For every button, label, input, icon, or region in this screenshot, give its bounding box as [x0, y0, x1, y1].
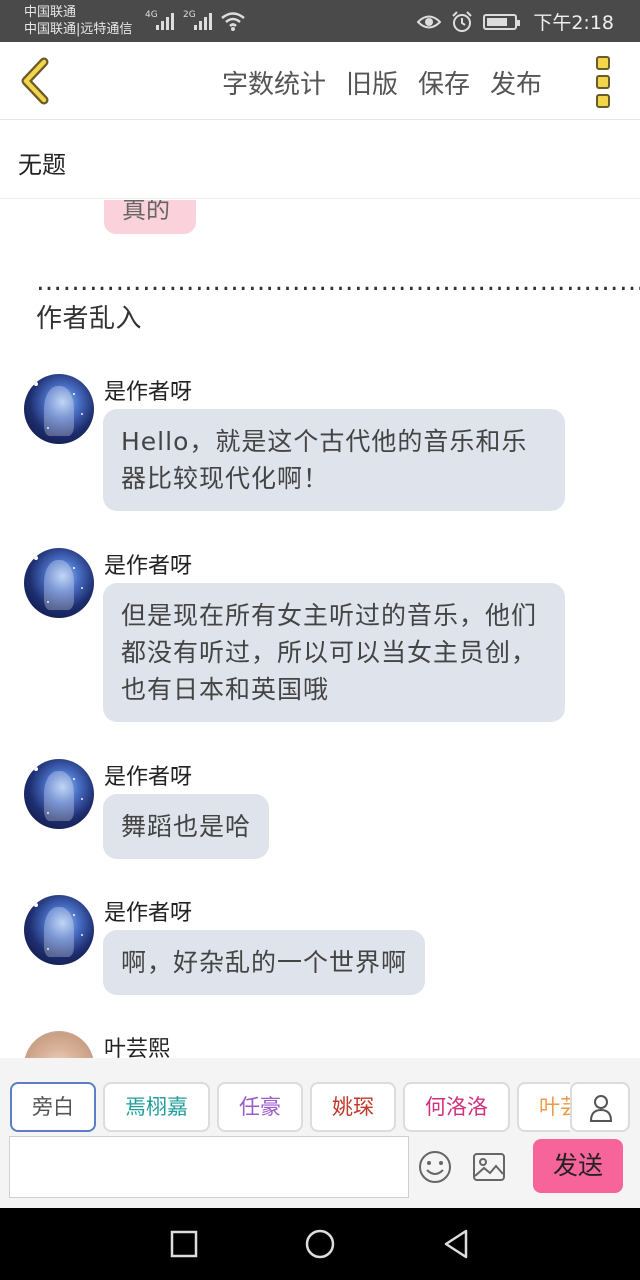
- composer-panel: 旁白焉栩嘉任豪姚琛何洛洛叶芸 发送: [0, 1058, 640, 1208]
- role-chip[interactable]: 叶芸: [517, 1082, 570, 1132]
- save-button[interactable]: 保存: [418, 64, 470, 101]
- alarm-icon: [452, 10, 473, 32]
- clock: 下午2:18: [533, 12, 614, 34]
- battery-icon: [483, 13, 521, 30]
- role-selector: 旁白焉栩嘉任豪姚琛何洛洛叶芸: [10, 1082, 570, 1132]
- avatar[interactable]: [24, 374, 94, 444]
- chevron-left-icon[interactable]: [14, 56, 54, 106]
- avatar[interactable]: [24, 548, 94, 618]
- triangle-back-icon[interactable]: [438, 1226, 474, 1262]
- message-bubble: 舞蹈也是哈: [103, 794, 270, 859]
- system-nav-bar: [0, 1208, 640, 1280]
- speaker-name: 是作者呀: [104, 901, 193, 926]
- page-title[interactable]: 无题: [18, 145, 66, 180]
- partial-bubble-text: 真的: [122, 200, 170, 224]
- partial-bubble: 真的: [104, 200, 196, 234]
- image-icon[interactable]: [472, 1152, 506, 1182]
- add-role-button[interactable]: [570, 1082, 630, 1132]
- send-button[interactable]: 发送: [533, 1139, 623, 1193]
- top-toolbar: 字数统计 旧版 保存 发布: [0, 42, 640, 120]
- message-bubble: 啊，好杂乱的一个世界啊: [103, 930, 426, 995]
- wifi-icon: [221, 12, 245, 31]
- eye-icon: [417, 15, 442, 28]
- speaker-name: 叶芸熙: [104, 1037, 171, 1058]
- emoji-icon[interactable]: [418, 1150, 452, 1184]
- user-icon: [589, 1095, 613, 1122]
- old-version-button[interactable]: 旧版: [346, 64, 398, 101]
- narration-text: ……………………………………………………………作者乱入: [36, 267, 640, 334]
- avatar[interactable]: [24, 759, 94, 829]
- message-bubble: 但是现在所有女主听过的音乐，他们都没有听过，所以可以当女主员创，也有日本和英国哦: [103, 583, 565, 722]
- speaker-name: 是作者呀: [104, 380, 193, 405]
- signal-icon: [156, 12, 174, 30]
- title-row[interactable]: 无题: [0, 121, 640, 199]
- message-input[interactable]: [9, 1136, 409, 1198]
- carrier-info: 中国联通 中国联通|远特通信: [24, 4, 132, 38]
- status-bar: 中国联通 中国联通|远特通信 4G 2G 下午2:18: [0, 0, 640, 42]
- signal-icon: [194, 12, 212, 30]
- circle-home-icon[interactable]: [302, 1226, 338, 1262]
- role-chip[interactable]: 何洛洛: [403, 1082, 510, 1132]
- publish-button[interactable]: 发布: [490, 64, 542, 101]
- avatar[interactable]: [24, 1031, 94, 1058]
- message-bubble: Hello，就是这个古代他的音乐和乐器比较现代化啊！: [103, 409, 565, 511]
- chat-content[interactable]: 真的 ……………………………………………………………作者乱入 是作者呀 Hell…: [0, 200, 640, 1058]
- role-chip[interactable]: 姚琛: [310, 1082, 396, 1132]
- speaker-name: 是作者呀: [104, 765, 193, 790]
- speaker-name: 是作者呀: [104, 554, 193, 579]
- carrier-1: 中国联通: [24, 5, 77, 20]
- avatar[interactable]: [24, 895, 94, 965]
- word-count-button[interactable]: 字数统计: [222, 64, 326, 101]
- carrier-2: 中国联通|远特通信: [24, 22, 133, 37]
- role-chip[interactable]: 任豪: [217, 1082, 303, 1132]
- role-chip-narration[interactable]: 旁白: [10, 1082, 96, 1132]
- square-recent-icon[interactable]: [166, 1226, 202, 1262]
- more-vertical-icon[interactable]: [596, 56, 612, 108]
- role-chip[interactable]: 焉栩嘉: [103, 1082, 210, 1132]
